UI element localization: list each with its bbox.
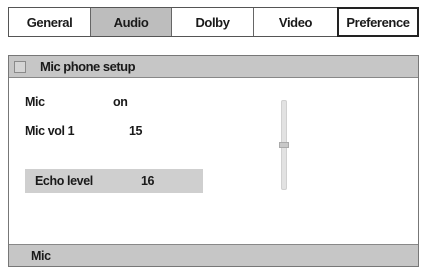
tab-bar: General Audio Dolby Video Preference (8, 7, 419, 37)
tab-audio[interactable]: Audio (90, 8, 171, 36)
slider-thumb[interactable] (279, 142, 289, 148)
setting-row-echo-level[interactable]: Echo level 16 (25, 169, 203, 193)
setting-value: 16 (141, 174, 155, 188)
setting-value: 15 (129, 124, 143, 138)
setting-label: Mic vol 1 (25, 124, 75, 138)
setting-label: Echo level (35, 174, 93, 188)
setup-menu-screen: General Audio Dolby Video Preference Mic… (0, 0, 427, 279)
setting-value: on (113, 95, 128, 109)
tab-general[interactable]: General (9, 8, 90, 36)
setting-row-mic-volume[interactable]: Mic vol 1 15 (25, 121, 143, 141)
status-text: Mic (31, 248, 51, 263)
setting-row-mic[interactable]: Mic on (25, 92, 128, 112)
panel-header: Mic phone setup (9, 56, 418, 78)
header-square-icon (14, 60, 26, 73)
mic-setup-panel: Mic phone setup Mic on Mic vol 1 15 Echo… (8, 55, 419, 267)
tab-preference[interactable]: Preference (337, 7, 419, 37)
status-bar: Mic (9, 244, 418, 266)
panel-title: Mic phone setup (40, 59, 136, 74)
tab-dolby[interactable]: Dolby (171, 8, 253, 36)
level-slider[interactable] (279, 100, 289, 190)
setting-label: Mic (25, 95, 45, 109)
tab-video[interactable]: Video (253, 8, 337, 36)
